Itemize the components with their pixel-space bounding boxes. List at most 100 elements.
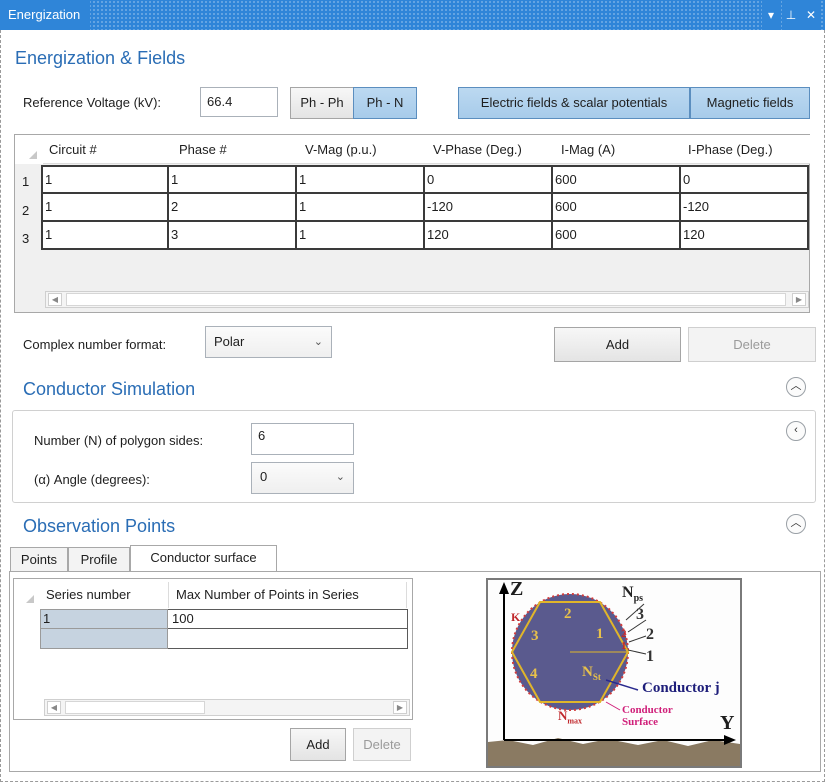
- surface-label-line1: Conductor: [622, 704, 673, 716]
- table-cell[interactable]: 3: [169, 222, 297, 250]
- chevron-up-icon[interactable]: ︿: [786, 514, 806, 534]
- ground-icon: [488, 738, 740, 766]
- chevron-down-icon: ⌄: [335, 471, 345, 483]
- table-cell[interactable]: 2: [169, 194, 297, 222]
- table-cell[interactable]: -120: [425, 194, 553, 222]
- table-cell[interactable]: 1: [297, 165, 425, 194]
- conductor-section-title: Conductor Simulation: [23, 379, 196, 399]
- table-cell[interactable]: 600: [553, 222, 681, 250]
- n-ps-label: Nps: [622, 584, 644, 605]
- polygon-sides-label: Number (N) of polygon sides:: [34, 433, 204, 448]
- point-label: 1: [646, 648, 654, 665]
- conductor-surface-diagram: Z Y K Nps 3 2 1 2 1 2 3 1 4 NSt Nmax Con…: [486, 578, 742, 768]
- segment-label: 4: [530, 666, 538, 682]
- series-number-cell[interactable]: [40, 629, 168, 649]
- column-header[interactable]: Circuit #: [49, 142, 169, 157]
- small-point-label: 2: [621, 628, 627, 640]
- table-cell[interactable]: 1: [41, 165, 169, 194]
- electric-fields-toggle[interactable]: Electric fields & scalar potentials: [458, 87, 690, 119]
- angle-select[interactable]: 0 ⌄: [251, 462, 354, 494]
- complex-format-value: Polar: [214, 334, 245, 349]
- z-axis-arrow-icon: [499, 582, 509, 594]
- column-header[interactable]: Max Number of Points in Series: [176, 587, 411, 602]
- complex-format-select[interactable]: Polar ⌄: [205, 326, 332, 358]
- table-cell[interactable]: 1: [297, 222, 425, 250]
- grid-corner: [15, 135, 43, 164]
- column-divider: [406, 582, 407, 608]
- axis-z-label: Z: [510, 578, 524, 600]
- add-series-button[interactable]: Add: [290, 728, 346, 761]
- column-header[interactable]: I-Phase (Deg.): [688, 142, 808, 157]
- conductor-panel: [12, 410, 816, 503]
- k-label: K: [511, 610, 521, 624]
- angle-value: 0: [260, 469, 268, 484]
- row-index: 3: [22, 231, 30, 246]
- horizontal-scrollbar[interactable]: ◀ ▶: [45, 291, 809, 308]
- complex-format-label: Complex number format:: [23, 337, 167, 352]
- row-index: 1: [22, 174, 30, 189]
- scrollbar-thumb[interactable]: [66, 293, 786, 306]
- ph-ph-toggle[interactable]: Ph - Ph: [290, 87, 354, 119]
- column-header[interactable]: I-Mag (A): [561, 142, 681, 157]
- table-cell[interactable]: 600: [553, 165, 681, 194]
- table-cell[interactable]: 0: [681, 165, 809, 194]
- n-max-label: Nmax: [558, 708, 583, 726]
- max-points-cell[interactable]: [168, 629, 408, 649]
- tab-conductor-surface[interactable]: Conductor surface: [130, 545, 277, 572]
- point-label: 2: [646, 626, 654, 643]
- table-cell[interactable]: 1: [41, 222, 169, 250]
- table-cell[interactable]: -120: [681, 194, 809, 222]
- delete-series-button[interactable]: Delete: [353, 728, 411, 761]
- energization-section-title: Energization & Fields: [15, 48, 186, 68]
- reference-voltage-input[interactable]: 66.4: [200, 87, 278, 117]
- chevron-down-icon: ⌄: [313, 336, 323, 348]
- polygon-sides-input[interactable]: 6: [251, 423, 354, 455]
- column-header[interactable]: V-Phase (Deg.): [433, 142, 553, 157]
- dropdown-menu-icon[interactable]: ▾: [762, 0, 780, 30]
- scroll-left-icon[interactable]: ◀: [48, 293, 62, 306]
- column-header[interactable]: V-Mag (p.u.): [305, 142, 425, 157]
- table-cell[interactable]: 1: [169, 165, 297, 194]
- ph-n-toggle[interactable]: Ph - N: [353, 87, 417, 119]
- table-cell[interactable]: 1: [41, 194, 169, 222]
- max-points-cell[interactable]: 100: [168, 609, 408, 629]
- scroll-right-icon[interactable]: ▶: [792, 293, 806, 306]
- series-grid: Series number Max Number of Points in Se…: [13, 578, 413, 720]
- window-title: Energization: [0, 0, 91, 30]
- conductor-j-label: Conductor j: [642, 680, 720, 696]
- segment-label: 1: [596, 626, 604, 642]
- n-st-label: NSt: [582, 664, 601, 682]
- column-header[interactable]: Series number: [46, 587, 176, 602]
- energization-grid: Circuit # Phase # V-Mag (p.u.) V-Phase (…: [14, 134, 810, 313]
- axis-y-label: Y: [720, 712, 735, 734]
- table-cell[interactable]: 120: [681, 222, 809, 250]
- point-label: 3: [636, 606, 644, 623]
- horizontal-scrollbar[interactable]: ◀ ▶: [44, 699, 410, 716]
- row-index: 2: [22, 203, 30, 218]
- window-titlebar: Energization ▾ ⊥ ✕: [0, 0, 825, 30]
- reference-voltage-label: Reference Voltage (kV):: [23, 95, 162, 110]
- table-cell[interactable]: 1: [297, 194, 425, 222]
- chevron-left-icon[interactable]: ‹: [786, 421, 806, 441]
- table-cell[interactable]: 0: [425, 165, 553, 194]
- scrollbar-thumb[interactable]: [65, 701, 205, 714]
- observation-section-title: Observation Points: [23, 516, 176, 536]
- conductor-diagram-svg: [488, 582, 740, 766]
- delete-row-button[interactable]: Delete: [688, 327, 816, 362]
- table-cell[interactable]: 600: [553, 194, 681, 222]
- segment-label: 2: [564, 606, 572, 622]
- magnetic-fields-toggle[interactable]: Magnetic fields: [690, 87, 810, 119]
- scroll-left-icon[interactable]: ◀: [47, 701, 61, 714]
- scroll-right-icon[interactable]: ▶: [393, 701, 407, 714]
- add-row-button[interactable]: Add: [554, 327, 681, 362]
- pin-icon[interactable]: ⊥: [782, 0, 800, 30]
- surface-label-line2: Surface: [622, 716, 659, 728]
- close-icon[interactable]: ✕: [801, 0, 821, 30]
- tab-points[interactable]: Points: [10, 547, 68, 572]
- tab-profile[interactable]: Profile: [68, 547, 130, 572]
- small-point-label: 1: [621, 640, 627, 652]
- column-header[interactable]: Phase #: [179, 142, 299, 157]
- chevron-up-icon[interactable]: ︿: [786, 377, 806, 397]
- table-cell[interactable]: 120: [425, 222, 553, 250]
- series-number-cell[interactable]: 1: [40, 609, 168, 629]
